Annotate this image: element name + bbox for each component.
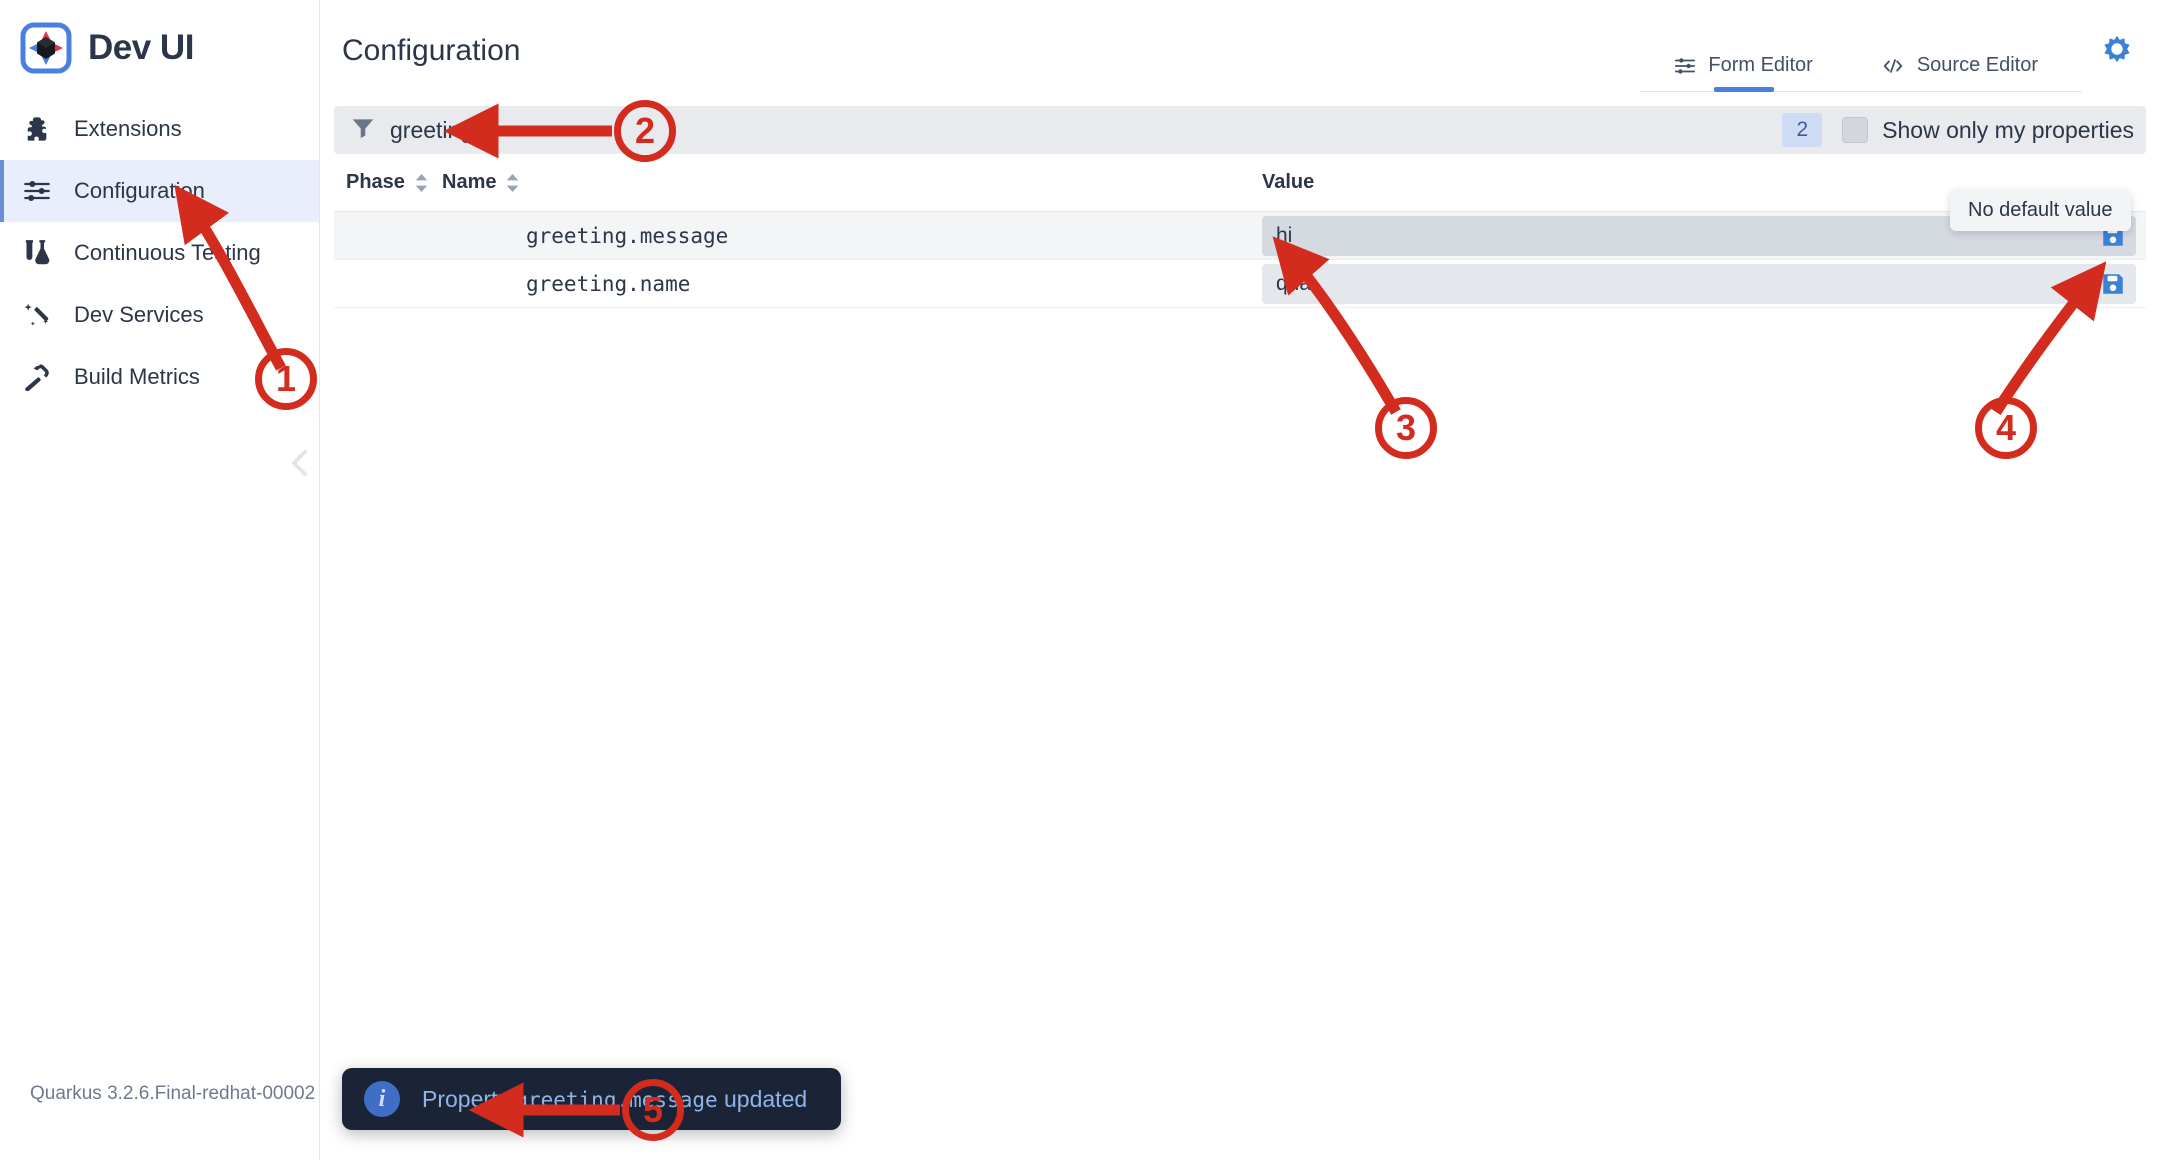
sliders-icon bbox=[22, 176, 52, 206]
page-title: Configuration bbox=[342, 34, 521, 67]
filter-bar: greeting 2 Show only my properties bbox=[334, 106, 2146, 154]
checkbox-box bbox=[1842, 117, 1869, 143]
code-tags-icon bbox=[1881, 55, 1905, 77]
column-header-phase[interactable]: Phase bbox=[334, 171, 442, 194]
editor-tabs: Form Editor Source Editor bbox=[1640, 54, 2082, 92]
properties-table: Phase Name Value greeting.message hi gre… bbox=[334, 154, 2146, 308]
puzzle-piece-icon bbox=[22, 114, 52, 144]
cell-value: qua bbox=[1262, 263, 2146, 304]
tooltip-no-default-value: No default value bbox=[1950, 190, 2131, 231]
table-header-row: Phase Name Value bbox=[334, 154, 2146, 212]
toast-notification[interactable]: i Property greeting.message updated bbox=[342, 1068, 842, 1130]
tab-form-editor[interactable]: Form Editor bbox=[1640, 54, 1846, 91]
result-count-badge: 2 bbox=[1782, 113, 1823, 147]
column-label: Name bbox=[442, 171, 497, 193]
cell-name: greeting.message bbox=[526, 223, 729, 248]
toast-suffix: updated bbox=[717, 1085, 808, 1112]
sidebar-item-label: Dev Services bbox=[74, 302, 204, 327]
table-row[interactable]: greeting.name qua bbox=[334, 260, 2146, 308]
test-tube-icon bbox=[22, 238, 52, 268]
funnel-icon bbox=[350, 115, 376, 146]
show-only-my-properties-checkbox[interactable]: Show only my properties bbox=[1842, 117, 2140, 144]
sidebar-collapse-button[interactable] bbox=[278, 440, 324, 490]
gear-icon bbox=[2098, 30, 2136, 73]
tab-label: Form Editor bbox=[1708, 54, 1813, 76]
toast-property: greeting.message bbox=[515, 1087, 718, 1112]
sidebar-item-extensions[interactable]: Extensions bbox=[0, 98, 319, 160]
magic-wand-icon bbox=[22, 300, 52, 330]
tab-source-editor[interactable]: Source Editor bbox=[1847, 54, 2072, 91]
sort-icon[interactable] bbox=[415, 173, 428, 192]
value-input[interactable]: qua bbox=[1262, 263, 2136, 304]
sort-icon[interactable] bbox=[506, 173, 519, 192]
cell-name: greeting.name bbox=[526, 271, 691, 296]
value-text: qua bbox=[1276, 271, 1312, 295]
toast-message: Property greeting.message updated bbox=[422, 1086, 807, 1113]
hammer-icon bbox=[22, 362, 52, 392]
sidebar-item-continuous-testing[interactable]: Continuous Testing bbox=[0, 222, 319, 284]
column-header-name[interactable]: Name bbox=[442, 171, 1262, 194]
main-content: Configuration Form Editor Source Editor … bbox=[320, 0, 2160, 1160]
sliders-icon bbox=[1674, 55, 1696, 77]
checkbox-label: Show only my properties bbox=[1882, 116, 2134, 143]
sidebar-item-label: Continuous Testing bbox=[74, 240, 261, 265]
column-label: Phase bbox=[346, 171, 405, 193]
version-label: Quarkus 3.2.6.Final-redhat-00002 bbox=[30, 1083, 316, 1104]
sidebar-item-label: Configuration bbox=[74, 178, 205, 203]
chevron-left-icon bbox=[284, 446, 318, 485]
brand: Dev UI bbox=[0, 0, 319, 92]
sidebar-nav: Extensions Configuration Continuous Test… bbox=[0, 98, 319, 408]
filter-input[interactable]: greeting bbox=[350, 115, 1768, 146]
tab-label: Source Editor bbox=[1916, 54, 2038, 76]
sidebar: Dev UI Extensions Configuration Continuo… bbox=[0, 0, 320, 1160]
sidebar-item-dev-services[interactable]: Dev Services bbox=[0, 284, 319, 346]
settings-button[interactable] bbox=[2082, 16, 2152, 86]
value-text: hi bbox=[1276, 223, 1293, 247]
sidebar-item-label: Extensions bbox=[74, 116, 182, 141]
sidebar-item-configuration[interactable]: Configuration bbox=[0, 160, 319, 222]
dev-ui-app: Dev UI Extensions Configuration Continuo… bbox=[0, 0, 2160, 1160]
brand-title: Dev UI bbox=[88, 28, 194, 67]
save-floppy-icon[interactable] bbox=[2100, 271, 2126, 297]
table-row[interactable]: greeting.message hi bbox=[334, 212, 2146, 260]
column-label: Value bbox=[1262, 171, 1315, 193]
sidebar-item-build-metrics[interactable]: Build Metrics bbox=[0, 346, 319, 408]
top-bar: Configuration Form Editor Source Editor bbox=[320, 0, 2160, 92]
filter-value: greeting bbox=[390, 116, 474, 143]
toast-prefix: Property bbox=[422, 1085, 516, 1112]
info-icon: i bbox=[364, 1081, 400, 1117]
sidebar-item-label: Build Metrics bbox=[74, 364, 200, 389]
quarkus-logo-icon bbox=[20, 22, 72, 74]
